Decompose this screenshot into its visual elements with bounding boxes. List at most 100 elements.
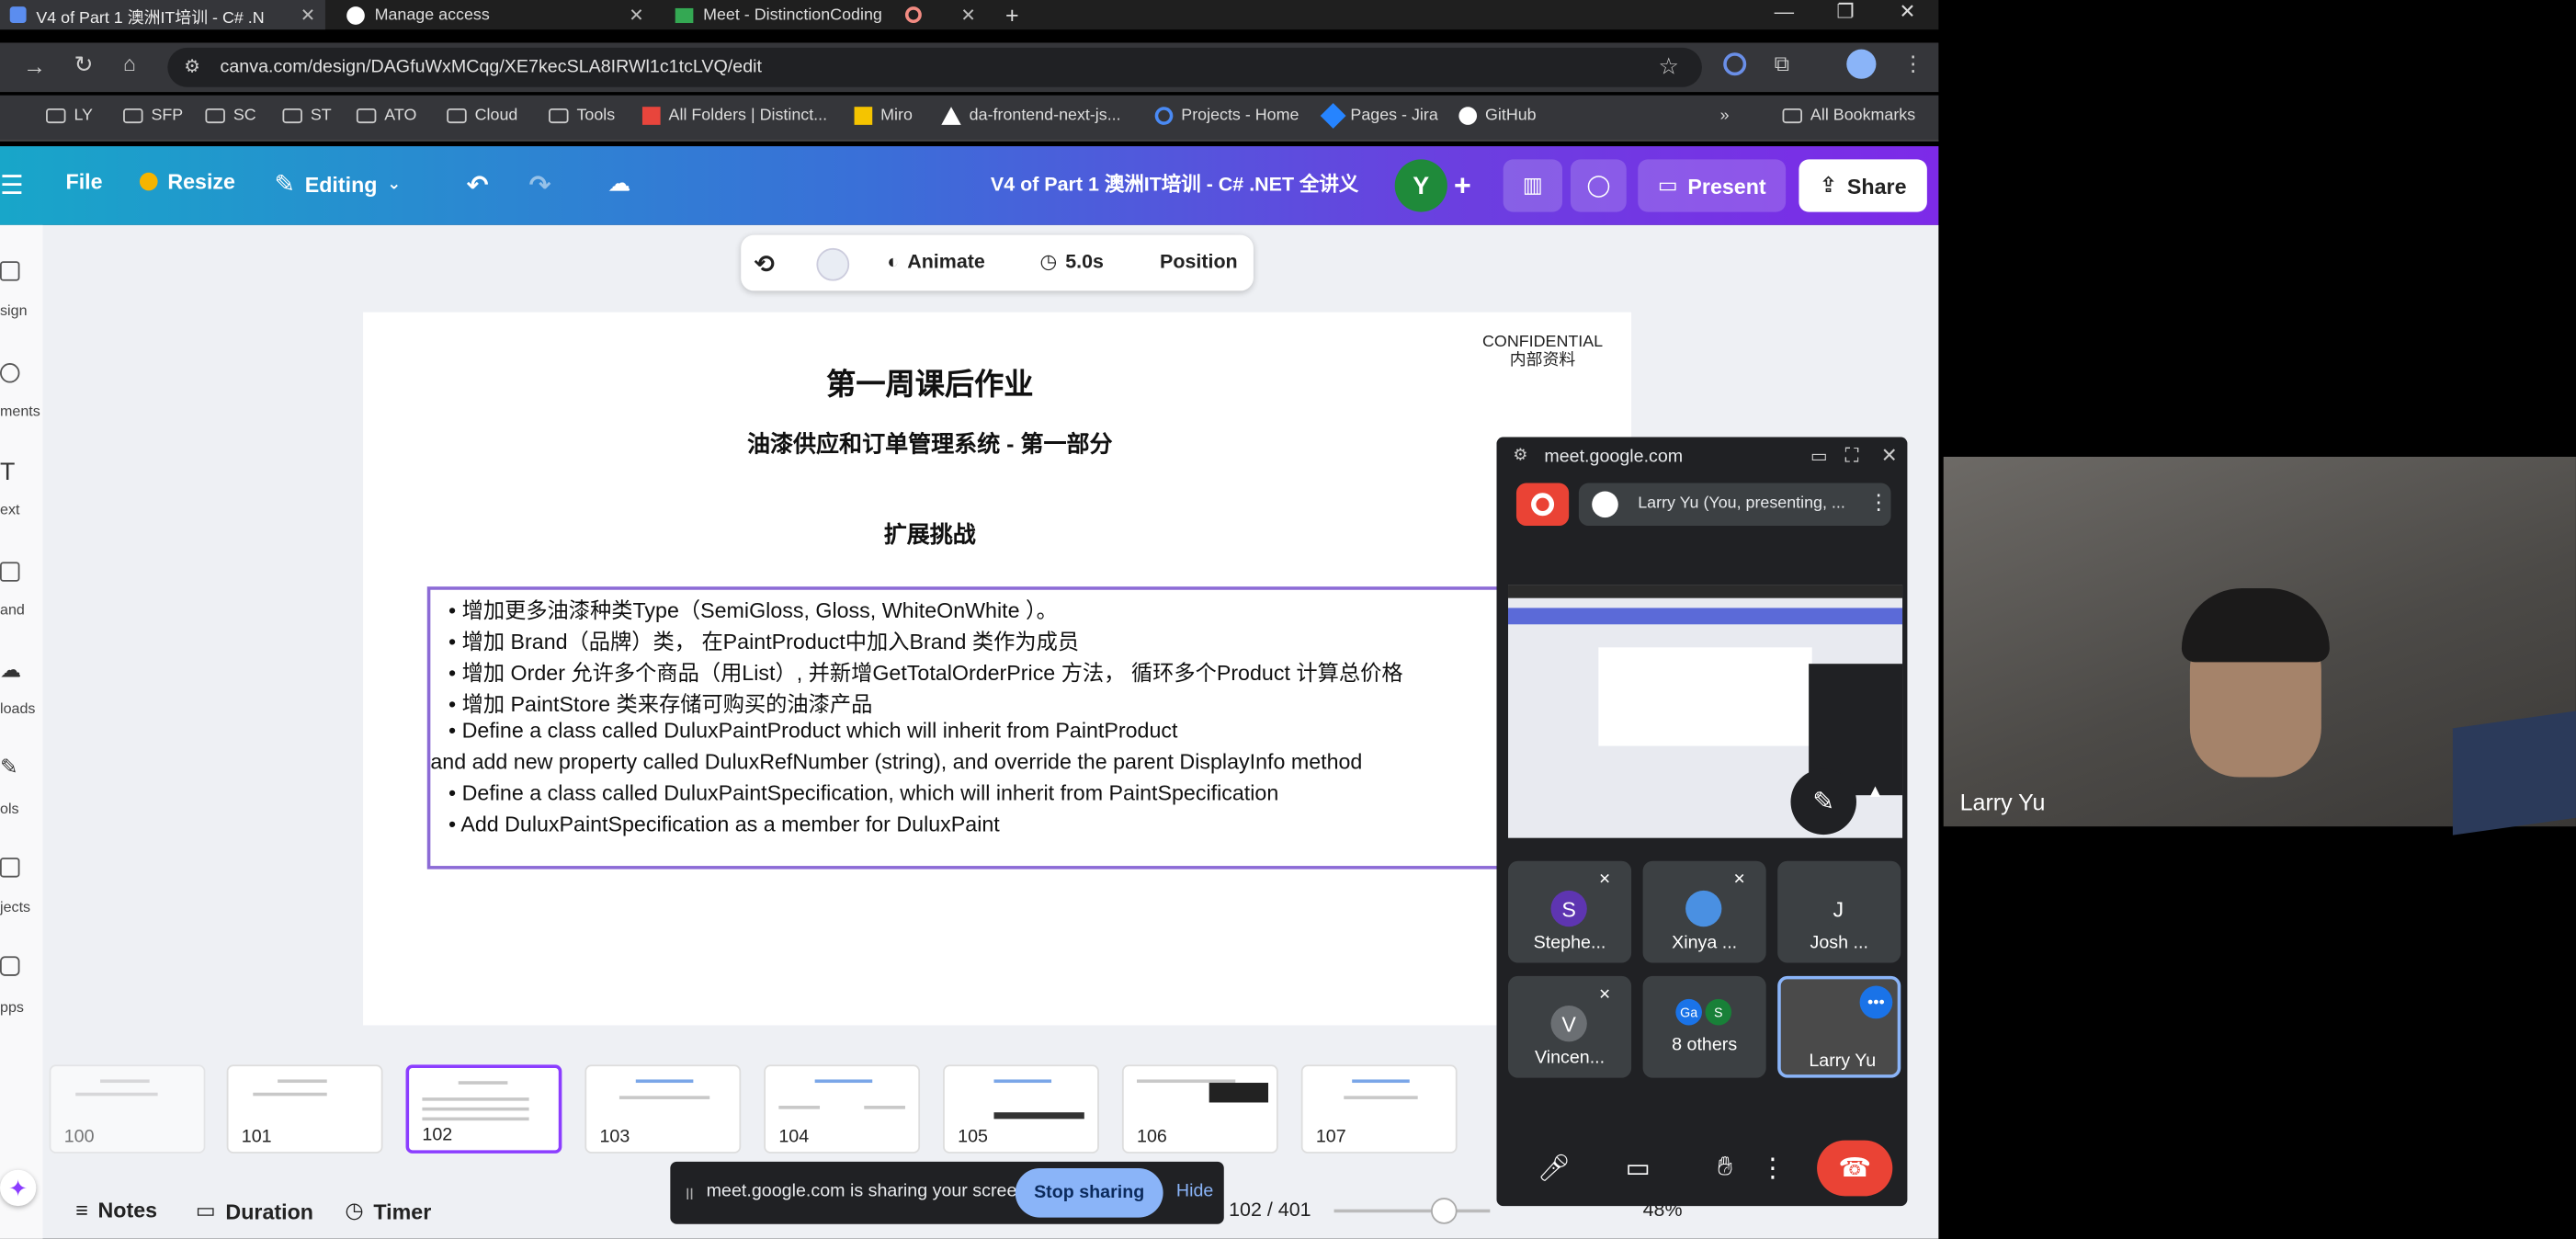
magic-icon[interactable]: ✦: [0, 1169, 37, 1207]
sidebar-label-text[interactable]: ext: [0, 501, 19, 517]
drag-handle-icon[interactable]: ॥: [684, 1181, 695, 1206]
bookmark-st[interactable]: ST: [282, 107, 332, 125]
projects-icon[interactable]: [0, 858, 20, 878]
extension-react-icon[interactable]: [1723, 52, 1747, 76]
insights-icon[interactable]: ▥: [1503, 159, 1563, 212]
hide-button[interactable]: Hide: [1176, 1181, 1213, 1200]
duration-bottom-button[interactable]: ▭ Duration: [196, 1198, 313, 1224]
zoom-slider-handle[interactable]: [1430, 1198, 1458, 1224]
bookmark-tools[interactable]: Tools: [549, 107, 615, 125]
resize-button[interactable]: Resize: [139, 169, 235, 194]
sidebar-label-uploads[interactable]: loads: [0, 700, 35, 717]
file-menu[interactable]: File: [66, 169, 103, 194]
profile-avatar[interactable]: [1846, 49, 1877, 79]
url-field[interactable]: ⚙ canva.com/design/DAGfuWxMCqg/XE7kecSLA…: [167, 47, 1702, 87]
page-thumbnail[interactable]: 107: [1300, 1064, 1458, 1154]
close-tab-icon[interactable]: ✕: [629, 5, 643, 26]
minimize-icon[interactable]: —: [1775, 0, 1794, 23]
sidebar-label-elements[interactable]: ments: [0, 403, 40, 419]
more-bookmarks-icon[interactable]: »: [1720, 107, 1730, 125]
close-tab-icon[interactable]: ✕: [301, 5, 315, 26]
page-thumbnail-selected[interactable]: 102: [405, 1064, 562, 1154]
page-thumbnail[interactable]: 101: [226, 1064, 383, 1154]
browser-menu-icon[interactable]: ⋮: [1902, 51, 1923, 77]
bookmark-projects-home[interactable]: Projects - Home: [1154, 107, 1299, 125]
undo-icon[interactable]: ↶: [467, 169, 489, 202]
bookmark-pages-jira[interactable]: Pages - Jira: [1320, 103, 1438, 129]
timer-button[interactable]: ◷ Timer: [345, 1198, 431, 1224]
expand-up-icon[interactable]: ▲: [1867, 782, 1884, 801]
camera-icon[interactable]: ▭: [1610, 1141, 1666, 1197]
elements-icon[interactable]: [0, 363, 20, 383]
zoom-slider-track[interactable]: [1333, 1209, 1491, 1213]
notes-button[interactable]: ≡ Notes: [75, 1198, 157, 1222]
more-options-icon[interactable]: ⋮: [1760, 1141, 1787, 1197]
restore-icon[interactable]: ❐: [1837, 0, 1855, 23]
site-info-icon[interactable]: ⚙: [1513, 447, 1527, 465]
menu-icon[interactable]: ☰: [0, 169, 24, 202]
text-icon[interactable]: T: [0, 459, 15, 486]
bookmark-ly[interactable]: LY: [46, 107, 93, 125]
comment-icon[interactable]: ◯: [1570, 159, 1627, 212]
bookmark-ato[interactable]: ATO: [356, 107, 416, 125]
uploads-icon[interactable]: ☁: [0, 657, 21, 684]
sidebar-label-design[interactable]: sign: [0, 302, 28, 319]
tab-canva[interactable]: V4 of Part 1 澳洲IT培训 - C# .N ✕: [0, 0, 325, 30]
recording-button[interactable]: [1515, 483, 1570, 527]
editing-mode-button[interactable]: ✎ Editing ⌄: [275, 169, 402, 199]
page-thumbnail[interactable]: 106: [1121, 1064, 1278, 1154]
design-icon[interactable]: [0, 261, 20, 281]
cloud-saved-icon[interactable]: ☁: [607, 169, 630, 197]
add-collaborator-icon[interactable]: +: [1454, 169, 1471, 204]
end-call-button[interactable]: ☎︎: [1817, 1140, 1893, 1197]
extensions-icon[interactable]: ⧉: [1775, 51, 1790, 77]
bookmark-star-icon[interactable]: ☆: [1658, 52, 1678, 80]
close-pip-icon[interactable]: ✕: [1881, 444, 1898, 467]
document-title[interactable]: V4 of Part 1 澳洲IT培训 - C# .NET 全讲义: [920, 169, 1429, 197]
page-thumbnail[interactable]: 100: [49, 1064, 206, 1154]
more-options-icon[interactable]: ⋮: [1868, 490, 1889, 517]
present-button[interactable]: ▭ Present: [1638, 159, 1787, 212]
participant-tile[interactable]: ✕ Xinya ...: [1642, 860, 1766, 963]
participant-tile[interactable]: J Josh ...: [1777, 860, 1901, 963]
fullscreen-icon[interactable]: ⛶: [1844, 444, 1858, 469]
draw-icon[interactable]: ✎: [1790, 768, 1856, 835]
sidebar-label-brand[interactable]: and: [0, 601, 25, 618]
bookmark-miro[interactable]: Miro: [854, 107, 913, 125]
self-tile[interactable]: ••• Larry Yu: [1777, 975, 1901, 1078]
close-tab-icon[interactable]: ✕: [960, 5, 975, 26]
page-thumbnail[interactable]: 105: [943, 1064, 1099, 1154]
forward-icon[interactable]: →: [23, 52, 46, 79]
color-swatch[interactable]: [816, 247, 850, 281]
page-thumbnail[interactable]: 103: [584, 1064, 742, 1154]
selected-text-box[interactable]: • 增加更多油漆种类Type（SemiGloss, Gloss, WhiteOn…: [426, 586, 1528, 870]
bookmark-sfp[interactable]: SFP: [123, 107, 183, 125]
sidebar-label-tools[interactable]: ols: [0, 801, 19, 817]
position-button[interactable]: Position: [1160, 250, 1238, 273]
new-tab-button[interactable]: +: [995, 0, 1028, 29]
apps-icon[interactable]: [0, 956, 20, 976]
participant-tile[interactable]: S ✕ Stephe...: [1508, 860, 1632, 963]
site-info-icon[interactable]: ⚙: [184, 56, 200, 77]
user-avatar[interactable]: Y: [1394, 159, 1447, 212]
bookmark-da-frontend[interactable]: da-frontend-next-js...: [941, 107, 1121, 125]
share-button[interactable]: ⇪ Share: [1799, 159, 1927, 212]
all-bookmarks[interactable]: All Bookmarks: [1782, 107, 1915, 125]
others-tile[interactable]: Ga S 8 others: [1642, 975, 1766, 1078]
close-window-icon[interactable]: ✕: [1899, 0, 1915, 23]
more-options-icon[interactable]: •••: [1859, 985, 1893, 1019]
brand-icon[interactable]: [0, 562, 20, 582]
presenter-banner[interactable]: Larry Yu (You, presenting, ... ⋮: [1578, 483, 1891, 527]
redo-icon[interactable]: ↷: [529, 169, 551, 202]
back-to-tab-icon[interactable]: ▭: [1810, 445, 1828, 466]
raise-hand-icon[interactable]: ✋︎: [1697, 1141, 1753, 1197]
tools-icon[interactable]: ✎: [0, 755, 17, 781]
stop-sharing-button[interactable]: Stop sharing: [1015, 1167, 1163, 1218]
home-icon[interactable]: ⌂: [123, 51, 136, 75]
replace-icon[interactable]: ⟲: [755, 250, 775, 279]
duration-button[interactable]: ◷ 5.0s: [1040, 250, 1104, 273]
sidebar-label-projects[interactable]: jects: [0, 899, 30, 915]
bookmark-cloud[interactable]: Cloud: [447, 107, 517, 125]
bookmark-all-folders[interactable]: All Folders | Distinct...: [641, 107, 827, 125]
participant-tile[interactable]: V ✕ Vincen...: [1508, 975, 1632, 1078]
